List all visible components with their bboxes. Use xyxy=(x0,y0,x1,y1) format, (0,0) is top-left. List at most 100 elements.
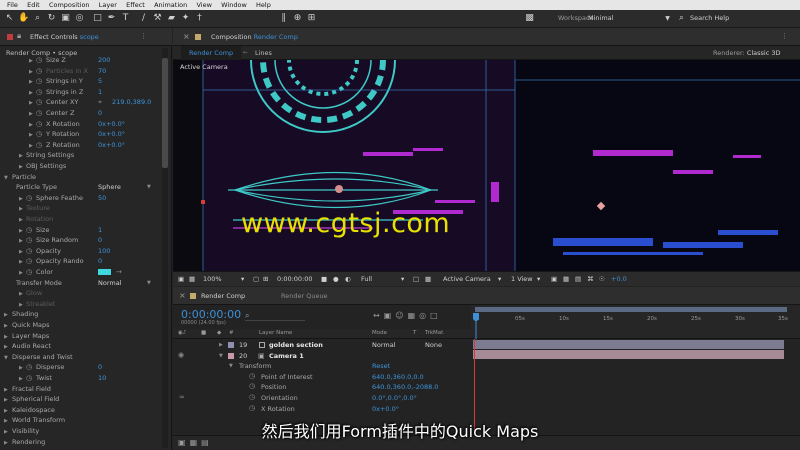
layer-duration-bar[interactable] xyxy=(473,350,784,359)
clone-stamp-tool-icon[interactable]: ⚒ xyxy=(152,13,163,24)
menu-layer[interactable]: Layer xyxy=(99,0,117,10)
menu-file[interactable]: File xyxy=(7,0,18,10)
rotate-tool-icon[interactable]: ↻ xyxy=(46,13,57,24)
property-group-row[interactable]: ▼ Transform Reset xyxy=(173,361,471,372)
effect-property-row[interactable]: ▶ Rotation xyxy=(0,214,171,225)
effect-property-row[interactable]: ▶ ◷ Size 1 xyxy=(0,225,171,236)
selection-tool-icon[interactable]: ↖ xyxy=(4,13,15,24)
stopwatch-icon[interactable]: ◷ xyxy=(36,140,42,151)
tab-render-queue[interactable]: Render Queue xyxy=(281,292,328,300)
menu-help[interactable]: Help xyxy=(256,0,271,10)
type-tool-icon[interactable]: T xyxy=(120,13,131,24)
effect-property-value[interactable]: 200 xyxy=(98,55,110,66)
menu-composition[interactable]: Composition xyxy=(49,0,90,10)
motion-blur-icon[interactable]: ◎ xyxy=(419,311,430,320)
stopwatch-icon[interactable]: ◷ xyxy=(26,373,32,384)
draft-3d-icon[interactable]: ▣ xyxy=(384,311,396,320)
exposure-value[interactable]: +0.0 xyxy=(611,274,627,284)
effect-property-value[interactable]: 10 xyxy=(98,373,106,384)
effect-property-row[interactable]: ▶ String Settings xyxy=(0,150,171,161)
effect-property-row[interactable]: ▼ Particle xyxy=(0,172,171,183)
label-color-icon[interactable] xyxy=(228,342,234,348)
camera-view-dropdown[interactable]: Active Camera xyxy=(443,274,491,284)
chevron-down-icon[interactable]: ▼ xyxy=(662,13,673,24)
subtab-lines[interactable]: Lines xyxy=(255,46,272,60)
effect-property-row[interactable]: ▶ OBJ Settings xyxy=(0,161,171,172)
effect-property-value[interactable]: 0x+0.0° xyxy=(98,140,125,151)
label-color-icon[interactable] xyxy=(228,352,234,359)
collapse-arrow-icon[interactable]: ▼ xyxy=(219,353,223,359)
roto-brush-tool-icon[interactable]: ✦ xyxy=(180,13,191,24)
effect-property-value[interactable]: 1 xyxy=(98,87,102,98)
effect-property-row[interactable]: ▶ Audio React xyxy=(0,341,171,352)
column-mode[interactable]: Mode xyxy=(372,330,387,336)
effect-property-value[interactable]: 0x+0.0° xyxy=(98,129,125,140)
scrollbar-thumb[interactable] xyxy=(162,58,168,168)
layer-search-input[interactable]: ⌕ xyxy=(245,311,305,321)
stopwatch-icon[interactable]: ◷ xyxy=(36,55,42,66)
effect-property-row[interactable]: ▶ ◷ X Rotation 0x+0.0° xyxy=(0,119,171,130)
close-icon[interactable]: × xyxy=(179,291,186,300)
grid-icon[interactable]: ▦ xyxy=(189,274,195,284)
layer-name[interactable]: Camera 1 xyxy=(269,352,304,360)
layer-name[interactable]: golden section xyxy=(269,341,323,349)
stopwatch-icon[interactable]: ◷ xyxy=(26,235,32,246)
rectangle-tool-icon[interactable]: □ xyxy=(92,13,103,24)
effect-property-row[interactable]: ▶ ◷ Particles in X 70 xyxy=(0,66,171,77)
effect-property-row[interactable]: ▶ ◷ Z Rotation 0x+0.0° xyxy=(0,140,171,151)
effect-property-row[interactable]: ▶ Kaleidospace xyxy=(0,405,171,416)
effect-property-row[interactable]: ▶ ◷ Size Z 200 xyxy=(0,55,171,66)
color-channel-icon[interactable]: ◐ xyxy=(345,274,351,284)
search-help-input[interactable]: Search Help xyxy=(690,14,729,22)
column-t[interactable]: T xyxy=(413,330,416,336)
view-axis-icon[interactable]: ⊞ xyxy=(306,13,317,24)
effect-property-row[interactable]: ▶ ◷ Opacity 100 xyxy=(0,246,171,257)
reset-exposure-icon[interactable]: ☉ xyxy=(599,274,605,284)
current-time-display[interactable]: 0:00:00:00 xyxy=(277,274,313,284)
axis-mode-icon[interactable]: ∥ xyxy=(278,13,289,24)
effect-property-value[interactable]: 0x+0.0° xyxy=(98,119,125,130)
effect-controls-tab[interactable]: 🔒︎ Effect Controls scope ⋮ xyxy=(0,28,172,46)
stopwatch-icon[interactable]: ◷ xyxy=(36,119,42,130)
effect-property-value[interactable]: 0 xyxy=(98,108,102,119)
eye-icon[interactable]: ◉ xyxy=(178,351,184,359)
collapse-arrow-icon[interactable]: ▼ xyxy=(229,363,233,369)
tab-render-comp[interactable]: Render Comp xyxy=(201,292,245,300)
flowchart-icon[interactable]: ⌘ xyxy=(587,274,594,284)
stopwatch-icon[interactable]: ◷ xyxy=(26,193,32,204)
effect-property-value[interactable]: 5 xyxy=(98,76,102,87)
stopwatch-icon[interactable]: ◷ xyxy=(26,256,32,267)
camera-tool-icon[interactable]: ▣ xyxy=(60,13,71,24)
property-row[interactable]: ∞ ◷ Orientation 0.0°,0.0°,0.0° xyxy=(173,393,471,404)
effect-property-row[interactable]: ▶ Fractal Field xyxy=(0,384,171,395)
mask-visibility-icon[interactable]: ▢ xyxy=(253,274,259,284)
link-icon[interactable]: ∞ xyxy=(179,393,185,401)
renderer-info[interactable]: Renderer: Classic 3D xyxy=(713,46,781,60)
show-snapshot-icon[interactable]: ● xyxy=(333,274,339,284)
always-preview-icon[interactable]: ▣ xyxy=(178,274,184,284)
effect-property-row[interactable]: ▶ ◷ Color → xyxy=(0,267,171,278)
subtab-render-comp[interactable]: Render Comp xyxy=(181,46,242,60)
eyedropper-icon[interactable]: → xyxy=(116,267,122,278)
chevron-down-icon[interactable]: ▾ xyxy=(498,274,501,284)
region-of-interest-icon[interactable]: □ xyxy=(413,274,419,284)
effect-property-value[interactable]: 100 xyxy=(98,246,110,257)
property-value[interactable]: 640.0,360.0,0.0 xyxy=(372,373,424,381)
effect-property-row[interactable]: ▶ ◷ Sphere Feathe 50 xyxy=(0,193,171,204)
effect-property-value[interactable]: 0 xyxy=(98,362,102,373)
stopwatch-icon[interactable]: ◷ xyxy=(36,129,42,140)
effect-property-row[interactable]: ▶ Texture xyxy=(0,203,171,214)
composition-tab[interactable]: × Composition Render Comp ⋮ xyxy=(173,28,800,46)
stopwatch-icon[interactable]: ◷ xyxy=(36,108,42,119)
effect-property-dropdown[interactable]: Sphere xyxy=(98,182,121,193)
effect-property-value[interactable]: 0 xyxy=(98,256,102,267)
stopwatch-icon[interactable]: ◷ xyxy=(249,372,255,380)
effect-property-dropdown[interactable]: Normal xyxy=(98,278,122,289)
layer-mode-dropdown[interactable]: Normal xyxy=(372,341,396,349)
pen-tool-icon[interactable]: ✒ xyxy=(106,13,117,24)
composition-viewer[interactable]: Active Camera www.cgtsj.com xyxy=(173,60,800,271)
stopwatch-icon[interactable]: ◷ xyxy=(36,66,42,77)
chevron-down-icon[interactable]: ▼ xyxy=(147,278,151,289)
effect-property-row[interactable]: ▶ ◷ Strings in Z1 xyxy=(0,87,171,98)
effect-property-row[interactable]: ▶ ◷ Center XY ⌖ 219.0,389.0 xyxy=(0,97,171,108)
